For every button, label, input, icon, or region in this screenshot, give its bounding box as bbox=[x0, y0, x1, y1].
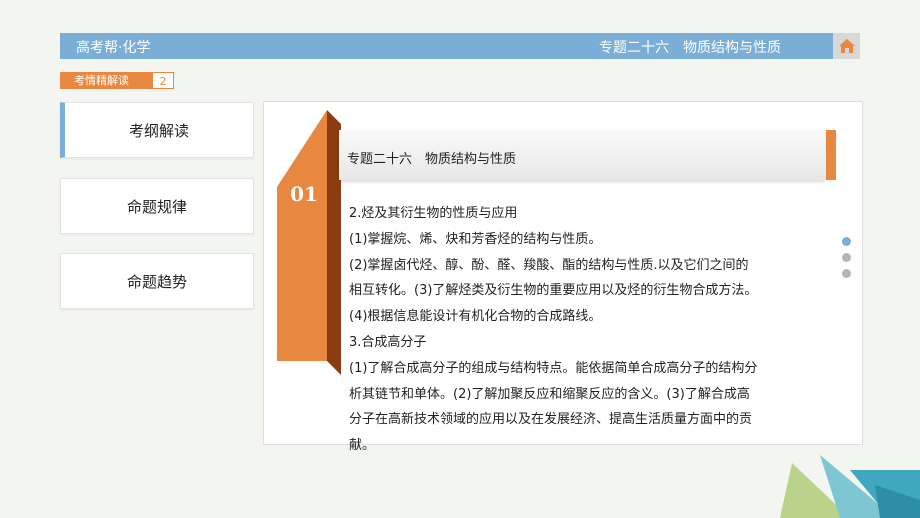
corner-decoration bbox=[780, 455, 920, 518]
body-line: (2)掌握卤代烃、醇、酚、醛、羧酸、酯的结构与性质.以及它们之间的 bbox=[349, 257, 749, 273]
nav-button-label: 命题规律 bbox=[126, 197, 187, 216]
nav-button-trends[interactable]: 命题趋势 bbox=[60, 253, 254, 309]
body-line: 2.烃及其衍生物的性质与应用 bbox=[349, 206, 518, 221]
nav-button-label: 命题趋势 bbox=[126, 272, 187, 291]
panel-title-bar: 专题二十六 物质结构与性质 bbox=[339, 130, 836, 180]
panel-body: 2.烃及其衍生物的性质与应用 (1)掌握烷、烯、炔和芳香烃的结构与性质。 (2)… bbox=[349, 201, 801, 459]
section-tag-number: 2 bbox=[152, 72, 174, 89]
section-tag: 考情精解读 2 bbox=[60, 72, 174, 89]
nav-button-outline[interactable]: 考纲解读 bbox=[60, 102, 254, 158]
body-line: (4)根据信息能设计有机化合物的合成路线。 bbox=[349, 309, 602, 325]
body-line: (1)掌握烷、烯、炔和芳香烃的结构与性质。 bbox=[349, 231, 602, 247]
section-number: 01 bbox=[290, 182, 318, 206]
body-line: 相互转化。(3)了解烃类及衍生物的重要应用以及烃的衍生物合成方法。 bbox=[349, 283, 758, 299]
page-dot[interactable] bbox=[842, 269, 851, 278]
body-line: 3.合成高分子 bbox=[349, 334, 427, 350]
body-line: 献。 bbox=[349, 438, 376, 454]
home-button[interactable] bbox=[833, 33, 860, 59]
page-dot[interactable] bbox=[842, 237, 851, 246]
body-line: (1)了解合成高分子的组成与结构特点。能依据简单合成高分子的结构分 bbox=[349, 360, 758, 376]
page-indicator bbox=[842, 237, 851, 285]
header-bar: 高考帮·化学 专题二十六 物质结构与性质 bbox=[60, 33, 833, 59]
page-dot[interactable] bbox=[842, 253, 851, 262]
section-ribbon bbox=[277, 110, 341, 375]
body-line: 分子在高新技术领域的应用以及在发展经济、提高生活质量方面中的贡 bbox=[349, 412, 753, 428]
title-accent bbox=[826, 130, 836, 180]
section-tag-label: 考情精解读 bbox=[60, 72, 152, 89]
home-icon bbox=[838, 39, 855, 53]
body-line: 析其链节和单体。(2)了解加聚反应和缩聚反应的含义。(3)了解合成高 bbox=[349, 386, 750, 402]
brand-title: 高考帮·化学 bbox=[76, 40, 151, 56]
topic-title: 专题二十六 物质结构与性质 bbox=[599, 40, 781, 56]
panel-title: 专题二十六 物质结构与性质 bbox=[347, 152, 517, 167]
nav-button-label: 考纲解读 bbox=[128, 121, 189, 140]
nav-button-patterns[interactable]: 命题规律 bbox=[60, 178, 254, 234]
